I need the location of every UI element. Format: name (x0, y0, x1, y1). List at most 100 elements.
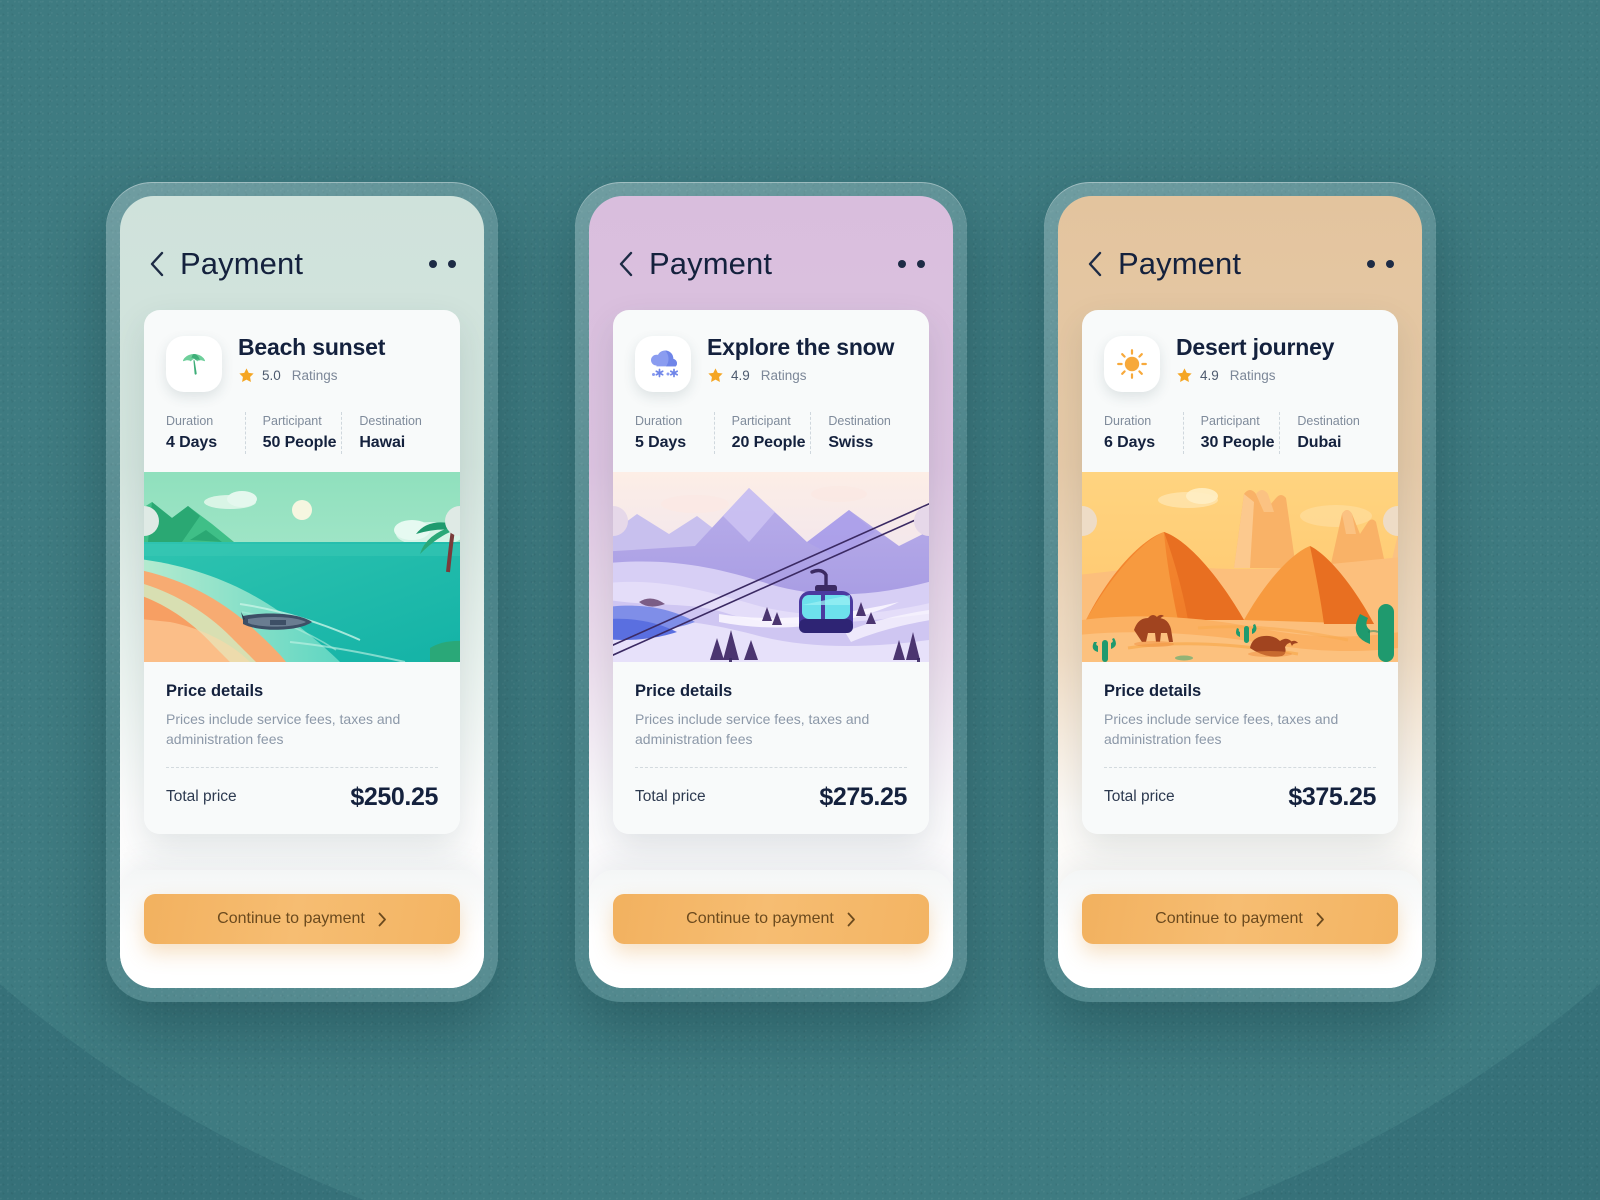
rating-row: 4.9 Ratings (707, 367, 894, 384)
fact-label-duration: Duration (166, 414, 214, 428)
price-divider (1104, 766, 1376, 768)
bottom-sheet: Continue to payment (589, 870, 953, 988)
trip-meta: Beach sunset 5.0 Ratings (238, 332, 385, 384)
fact-value-participant: 30 People (1200, 434, 1275, 451)
fact-participant: Participant 50 People (244, 412, 342, 454)
back-icon[interactable] (1084, 249, 1106, 279)
price-details-title: Price details (635, 682, 733, 700)
bottom-sheet: Continue to payment (120, 870, 484, 988)
fact-label-destination: Destination (828, 414, 891, 428)
beach-illustration (144, 472, 460, 662)
chevron-right-icon (378, 912, 386, 926)
phone-mockup-beach: Payment Beach sunset 5.0 Ratings Duratio… (106, 182, 498, 1002)
star-icon (1177, 368, 1192, 383)
two-dots-icon[interactable] (896, 252, 927, 276)
total-label: Total price (1104, 788, 1175, 806)
price-details-title: Price details (1104, 682, 1202, 700)
fact-value-destination: Swiss (828, 434, 874, 451)
fact-destination: Destination Hawai (341, 412, 438, 454)
chevron-right-icon (1316, 912, 1324, 926)
beach-umbrella-icon (166, 336, 222, 392)
rating-row: 5.0 Ratings (238, 367, 385, 384)
total-value: $250.25 (350, 782, 438, 811)
fact-value-duration: 4 Days (166, 434, 217, 451)
phone-mockups-stage: Payment Beach sunset 5.0 Ratings Duratio… (0, 0, 1600, 1200)
total-row: Total price $275.25 (635, 783, 907, 812)
rating-row: 4.9 Ratings (1176, 367, 1334, 384)
price-details-desert: Price details Prices include service fee… (1082, 662, 1398, 834)
desert-illustration (1082, 472, 1398, 662)
fact-value-destination: Dubai (1297, 434, 1342, 451)
rating-value: 5.0 (262, 368, 281, 384)
app-header: Payment (120, 242, 484, 286)
page-title: Payment (649, 246, 773, 281)
rating-label: Ratings (1229, 368, 1276, 384)
trip-name: Beach sunset (238, 334, 386, 360)
price-details-snow: Price details Prices include service fee… (613, 662, 929, 834)
back-icon[interactable] (146, 249, 168, 279)
continue-to-payment-label: Continue to payment (686, 910, 834, 927)
trip-facts: Duration 6 Days Participant 30 People De… (1104, 412, 1376, 472)
ticket-top-section: Beach sunset 5.0 Ratings Duration 4 Days (144, 310, 460, 472)
trip-header: Beach sunset 5.0 Ratings (166, 332, 438, 392)
fact-label-participant: Participant (1200, 414, 1260, 428)
continue-to-payment-button[interactable]: Continue to payment (613, 894, 929, 944)
price-note: Prices include service fees, taxes and a… (166, 711, 401, 747)
price-divider (166, 766, 438, 768)
rating-label: Ratings (291, 368, 338, 384)
fact-destination: Destination Swiss (810, 412, 907, 454)
fact-value-destination: Hawai (359, 434, 406, 451)
fact-label-participant: Participant (262, 414, 322, 428)
fact-value-participant: 50 People (262, 434, 337, 451)
trip-name: Desert journey (1176, 334, 1335, 360)
trip-header: Desert journey 4.9 Ratings (1104, 332, 1376, 392)
price-details-beach: Price details Prices include service fee… (144, 662, 460, 834)
bottom-sheet: Continue to payment (1058, 870, 1422, 988)
star-icon (708, 368, 723, 383)
two-dots-icon[interactable] (1365, 252, 1396, 276)
fact-duration: Duration 5 Days (635, 414, 714, 452)
snow-gondola-illustration (613, 472, 929, 662)
total-row: Total price $250.25 (166, 783, 438, 812)
fact-value-participant: 20 People (731, 434, 806, 451)
price-details-title: Price details (166, 682, 264, 700)
ticket-card-desert[interactable]: Desert journey 4.9 Ratings Duration 6 Da… (1082, 310, 1398, 834)
app-header: Payment (1058, 242, 1422, 286)
price-note: Prices include service fees, taxes and a… (635, 711, 870, 747)
fact-label-destination: Destination (1297, 414, 1360, 428)
screen-desert: Payment Desert journey 4.9 Ratings Durat… (1058, 196, 1422, 988)
two-dots-icon[interactable] (427, 252, 458, 276)
fact-label-participant: Participant (731, 414, 791, 428)
rating-value: 4.9 (731, 368, 750, 384)
rating-value: 4.9 (1200, 368, 1219, 384)
continue-to-payment-button[interactable]: Continue to payment (144, 894, 460, 944)
fact-duration: Duration 6 Days (1104, 414, 1183, 452)
price-divider (635, 766, 907, 768)
page-title: Payment (1118, 246, 1242, 281)
rating-label: Ratings (760, 368, 807, 384)
total-row: Total price $375.25 (1104, 783, 1376, 812)
total-value: $275.25 (819, 782, 907, 811)
trip-meta: Explore the snow 4.9 Ratings (707, 332, 894, 384)
price-note: Prices include service fees, taxes and a… (1104, 711, 1339, 747)
continue-to-payment-label: Continue to payment (1155, 910, 1303, 927)
ticket-top-section: Desert journey 4.9 Ratings Duration 6 Da… (1082, 310, 1398, 472)
back-icon[interactable] (615, 249, 637, 279)
fact-label-duration: Duration (1104, 414, 1152, 428)
continue-to-payment-label: Continue to payment (217, 910, 365, 927)
fact-destination: Destination Dubai (1279, 412, 1376, 454)
trip-header: Explore the snow 4.9 Ratings (635, 332, 907, 392)
fact-participant: Participant 20 People (713, 412, 811, 454)
screen-snow: Payment Explore the snow 4.9 Ratings Dur… (589, 196, 953, 988)
trip-facts: Duration 5 Days Participant 20 People De… (635, 412, 907, 472)
screen-beach: Payment Beach sunset 5.0 Ratings Duratio… (120, 196, 484, 988)
app-header: Payment (589, 242, 953, 286)
fact-label-duration: Duration (635, 414, 683, 428)
ticket-card-snow[interactable]: Explore the snow 4.9 Ratings Duration 5 … (613, 310, 929, 834)
fact-participant: Participant 30 People (1182, 412, 1280, 454)
fact-value-duration: 6 Days (1104, 434, 1155, 451)
ticket-card-beach[interactable]: Beach sunset 5.0 Ratings Duration 4 Days (144, 310, 460, 834)
fact-label-destination: Destination (359, 414, 422, 428)
continue-to-payment-button[interactable]: Continue to payment (1082, 894, 1398, 944)
snow-cloud-icon (635, 336, 691, 392)
